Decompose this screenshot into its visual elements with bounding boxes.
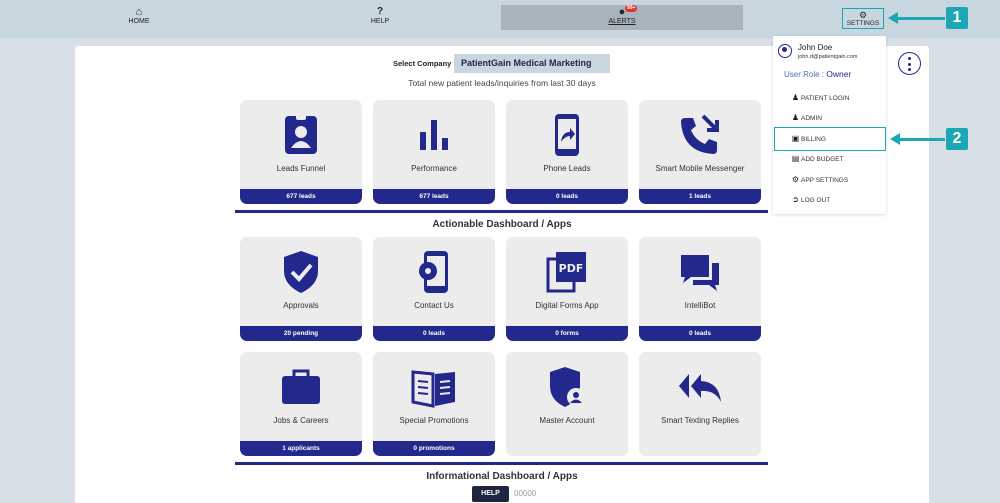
user-name: John Doe [798, 43, 833, 52]
avatar [778, 44, 792, 58]
id-badge-icon [240, 112, 362, 160]
card-contact-us[interactable]: Contact Us 0 leads [373, 237, 495, 341]
card-label: Jobs & Careers [273, 416, 329, 425]
card-label: Performance [411, 164, 457, 173]
shield-user-icon [506, 364, 628, 412]
card-label: Leads Funnel [276, 164, 326, 173]
menu-item-label: PATIENT LOGIN [801, 95, 850, 102]
callout-number-1: 1 [946, 7, 968, 29]
top-navigation-bar: ⌂ HOME ? HELP ● 99+ ALERTS ⚙ SETTINGS [0, 0, 1000, 38]
company-selector-row: Select Company PatientGain Medical Marke… [393, 54, 693, 74]
company-label: Select Company [393, 59, 452, 68]
menu-item-label: APP SETTINGS [801, 177, 849, 184]
card-count: 677 leads [373, 189, 495, 204]
menu-item-patient-login[interactable]: ♟ PATIENT LOGIN [790, 93, 850, 103]
card-count: 0 leads [639, 326, 761, 341]
company-select[interactable]: PatientGain Medical Marketing [454, 54, 610, 73]
footer-help-button[interactable]: HELP [472, 486, 509, 502]
card-digital-forms-app[interactable]: PDF Digital Forms App 0 forms [506, 237, 628, 341]
menu-item-admin[interactable]: ♟ ADMIN [790, 113, 822, 123]
home-icon: ⌂ [135, 6, 143, 18]
card-count: 0 leads [506, 189, 628, 204]
menu-item-log-out[interactable]: ➲ LOG OUT [790, 195, 830, 205]
nav-home-label: HOME [128, 18, 150, 25]
card-approvals[interactable]: Approvals 20 pending [240, 237, 362, 341]
card-count: 0 leads [373, 326, 495, 341]
user-icon: ♟ [791, 113, 800, 122]
callout-number-2: 2 [946, 128, 968, 150]
card-performance[interactable]: Performance 677 leads [373, 100, 495, 204]
settings-dropdown: John Doe john.d@patientgain.com User Rol… [773, 36, 886, 214]
card-smart-texting-replies[interactable]: Smart Texting Replies [639, 352, 761, 456]
gear-icon: ⚙ [858, 10, 868, 20]
card-smart-mobile-messenger[interactable]: Smart Mobile Messenger 1 leads [639, 100, 761, 204]
card-label: Master Account [539, 416, 595, 425]
briefcase-icon [240, 364, 362, 412]
mobile-share-icon [506, 112, 628, 160]
card-count: 1 applicants [240, 441, 362, 456]
card-label: IntelliBot [684, 301, 716, 310]
card-intellibot[interactable]: IntelliBot 0 leads [639, 237, 761, 341]
shield-check-icon [240, 249, 362, 297]
nav-alerts-label: ALERTS [608, 18, 636, 25]
billing-highlight-box [774, 127, 886, 151]
section-title-informational: Informational Dashboard / Apps [426, 471, 578, 482]
menu-item-label: ADD BUDGET [801, 156, 844, 163]
card-leads-funnel[interactable]: Leads Funnel 677 leads [240, 100, 362, 204]
card-count: 1 leads [639, 189, 761, 204]
bar-chart-icon [373, 112, 495, 160]
card-jobs-careers[interactable]: Jobs & Careers 1 applicants [240, 352, 362, 456]
card-count: 0 promotions [373, 441, 495, 456]
card-label: Approvals [283, 301, 319, 310]
question-icon: ? [376, 6, 384, 17]
card-count: 20 pending [240, 326, 362, 341]
alerts-count-badge: 99+ [625, 5, 638, 12]
more-options-button[interactable] [898, 52, 921, 75]
settings-label: SETTINGS [846, 20, 880, 27]
chat-bubbles-icon [639, 249, 761, 297]
section-divider [235, 462, 768, 465]
card-special-promotions[interactable]: Special Promotions 0 promotions [373, 352, 495, 456]
open-book-icon [373, 364, 495, 412]
menu-item-app-settings[interactable]: ⚙ APP SETTINGS [790, 175, 848, 185]
card-label: Phone Leads [543, 164, 591, 173]
card-label: Contact Us [414, 301, 454, 310]
user-role-label: User Role : [784, 70, 827, 79]
callout-arrow-1 [888, 12, 945, 24]
nav-help[interactable]: ? HELP [350, 6, 410, 26]
phone-forward-icon [639, 112, 761, 160]
card-phone-leads[interactable]: Phone Leads 0 leads [506, 100, 628, 204]
menu-item-label: LOG OUT [801, 197, 831, 204]
pdf-icon: PDF [506, 249, 628, 297]
user-role: User Role : Owner [784, 69, 851, 79]
nav-help-label: HELP [370, 18, 390, 25]
card-label: Smart Mobile Messenger [655, 164, 745, 173]
card-count: 677 leads [240, 189, 362, 204]
card-master-account[interactable]: Master Account [506, 352, 628, 456]
mobile-gear-icon [373, 249, 495, 297]
settings-button[interactable]: ⚙ SETTINGS [842, 8, 884, 29]
nav-home[interactable]: ⌂ HOME [109, 6, 169, 26]
menu-item-label: ADMIN [801, 115, 822, 122]
sign-out-icon: ➲ [792, 195, 799, 204]
card-label: Smart Texting Replies [661, 416, 739, 425]
section-divider [235, 210, 768, 213]
svg-text:PDF: PDF [559, 262, 584, 275]
reply-all-icon [639, 364, 761, 412]
user-role-value: Owner [826, 69, 852, 79]
user-icon: ♟ [791, 93, 800, 102]
callout-arrow-2 [890, 133, 945, 145]
user-email: john.d@patientgain.com [798, 54, 858, 60]
nav-alerts[interactable]: ● 99+ ALERTS [592, 5, 652, 26]
card-count: 0 forms [506, 326, 628, 341]
card-label: Special Promotions [399, 416, 469, 425]
menu-item-add-budget[interactable]: ▤ ADD BUDGET [790, 154, 844, 164]
gear-icon: ⚙ [791, 175, 800, 184]
card-label: Digital Forms App [535, 301, 599, 310]
section-title-actionable: Actionable Dashboard / Apps [432, 219, 572, 230]
bell-icon: ● [618, 6, 626, 18]
credit-card-icon: ▤ [791, 154, 800, 163]
footer-code: 00000 [514, 489, 537, 498]
